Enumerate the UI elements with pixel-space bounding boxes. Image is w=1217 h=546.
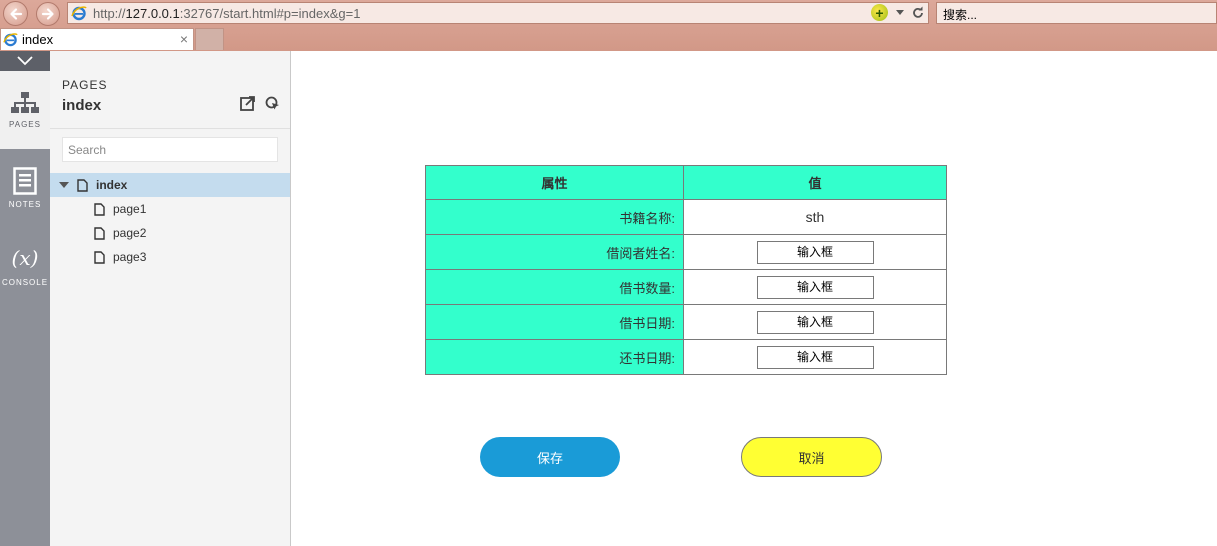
column-header-value: 值: [683, 165, 947, 200]
tab-close-icon[interactable]: ×: [180, 31, 188, 47]
back-arrow-icon: [9, 7, 22, 20]
current-page-title: index: [62, 97, 102, 114]
borrow-form-table: 属性 值 书籍名称: sth 借阅者姓名: 输入框 借书数量: 输入框 借书日期…: [425, 165, 947, 375]
ie-logo-icon: [71, 6, 87, 21]
page-icon: [94, 250, 105, 264]
borrow-quantity-input[interactable]: 输入框: [756, 275, 874, 299]
compatibility-view-icon[interactable]: +: [871, 4, 888, 21]
variable-x-icon: (x): [11, 245, 39, 270]
book-name-value: sth: [683, 199, 947, 235]
table-row: 借书日期: 输入框: [425, 304, 947, 340]
pages-panel-header: PAGES index: [50, 51, 290, 129]
address-url: http://127.0.0.1:32767/start.html#p=inde…: [93, 5, 361, 21]
address-bar[interactable]: http://127.0.0.1:32767/start.html#p=inde…: [67, 2, 929, 24]
page-icon: [94, 226, 105, 240]
cancel-button[interactable]: 取消: [741, 437, 882, 477]
forward-arrow-icon: [41, 8, 54, 20]
tree-item-page1[interactable]: page1: [50, 197, 290, 221]
rail-item-console[interactable]: (x) CONSOLE: [0, 227, 50, 305]
tree-item-page2[interactable]: page2: [50, 221, 290, 245]
ie-logo-icon: [3, 33, 18, 47]
field-label: 借书数量:: [425, 269, 684, 305]
field-label: 书籍名称:: [425, 199, 684, 235]
left-icon-rail: PAGES NOTES (x) CONSOLE: [0, 51, 50, 546]
table-row: 书籍名称: sth: [425, 199, 947, 235]
refresh-icon[interactable]: [912, 6, 924, 19]
rail-label: PAGES: [9, 120, 41, 129]
field-label: 借阅者姓名:: [425, 234, 684, 270]
table-header-row: 属性 值: [425, 165, 947, 200]
rail-label: NOTES: [8, 200, 42, 209]
borrow-date-input[interactable]: 输入框: [756, 310, 874, 334]
tree-item-page3[interactable]: page3: [50, 245, 290, 269]
table-row: 还书日期: 输入框: [425, 339, 947, 375]
field-label: 还书日期:: [425, 339, 684, 375]
tree-item-label: page1: [113, 202, 147, 216]
notes-icon: [13, 167, 37, 195]
tab-title: index: [22, 32, 54, 47]
dropdown-chevron-icon[interactable]: [896, 9, 904, 16]
sitemap-icon: [11, 92, 39, 113]
rail-item-notes[interactable]: NOTES: [0, 149, 50, 227]
table-row: 借书数量: 输入框: [425, 269, 947, 305]
tree-item-label: index: [96, 178, 128, 192]
panel-label: PAGES: [62, 78, 108, 92]
tree-item-index[interactable]: index: [50, 173, 290, 197]
browser-chrome: http://127.0.0.1:32767/start.html#p=inde…: [0, 0, 1217, 51]
new-tab-button[interactable]: [195, 28, 224, 50]
tree-item-label: page2: [113, 226, 147, 240]
map-pointer-icon[interactable]: [265, 96, 280, 111]
tree-item-label: page3: [113, 250, 147, 264]
pages-search-input[interactable]: Search: [62, 137, 278, 162]
borrower-name-input[interactable]: 输入框: [756, 240, 874, 264]
collapse-toggle[interactable]: [0, 51, 50, 71]
rail-item-pages[interactable]: PAGES: [0, 71, 50, 149]
chevron-down-icon: [17, 56, 33, 66]
save-button[interactable]: 保存: [480, 437, 620, 477]
column-header-attribute: 属性: [425, 165, 684, 200]
field-label: 借书日期:: [425, 304, 684, 340]
return-date-input[interactable]: 输入框: [756, 345, 874, 369]
pages-panel: PAGES index Search index page1 page2 pag…: [50, 51, 291, 546]
back-button[interactable]: [3, 1, 28, 26]
caret-down-icon[interactable]: [59, 182, 69, 188]
browser-search-input[interactable]: 搜索...: [936, 2, 1217, 24]
page-canvas: 属性 值 书籍名称: sth 借阅者姓名: 输入框 借书数量: 输入框 借书日期…: [291, 51, 1217, 546]
forward-button[interactable]: [36, 2, 60, 26]
table-row: 借阅者姓名: 输入框: [425, 234, 947, 270]
open-in-new-window-icon[interactable]: [240, 96, 255, 111]
page-icon: [77, 178, 88, 192]
page-icon: [94, 202, 105, 216]
rail-label: CONSOLE: [1, 277, 49, 287]
browser-tab-index[interactable]: index ×: [0, 28, 194, 50]
